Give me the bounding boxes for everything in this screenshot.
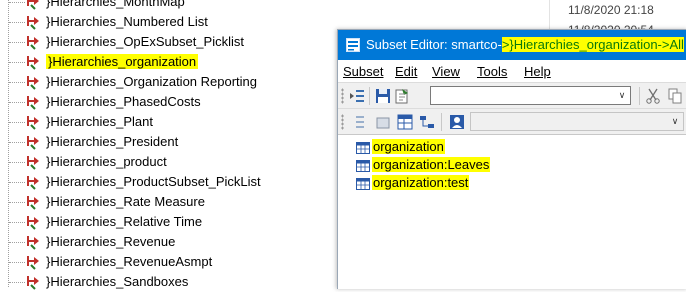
tree-branch-line — [9, 282, 25, 283]
tree-branch-line — [9, 82, 25, 83]
subset-table-icon[interactable] — [396, 113, 414, 131]
tree-item-label: }Hierarchies_Plant — [46, 114, 153, 129]
hierarchy-icon — [27, 196, 39, 210]
expression-combo[interactable]: ∨ — [430, 86, 631, 105]
tree-branch-line — [9, 182, 25, 183]
menu-view[interactable]: View — [432, 64, 460, 79]
tree-item-label: }Hierarchies_Rate Measure — [46, 194, 205, 209]
toolbar-main: ∨ — [338, 82, 686, 109]
tree-branch-line — [9, 42, 25, 43]
hierarchy-icon — [27, 216, 39, 230]
tree-branch-line — [9, 102, 25, 103]
menu-bar: Subset Edit View Tools Help — [338, 60, 686, 82]
tree-branch-line — [9, 242, 25, 243]
update-subset-icon[interactable] — [394, 87, 412, 105]
alias-combo[interactable]: ∨ — [470, 112, 684, 131]
subset-label: organization — [372, 139, 445, 154]
subset-list: organization organization:Leaves organizat… — [338, 134, 686, 289]
toolbar-separator — [441, 113, 442, 131]
save-icon[interactable] — [374, 87, 392, 105]
tree-item-label: }Hierarchies_organization — [46, 54, 199, 69]
hierarchy-icon — [27, 276, 39, 290]
filter-icon[interactable] — [374, 113, 392, 131]
hierarchy-icon — [27, 36, 39, 50]
tree-item-label: }Hierarchies_Numbered List — [46, 14, 208, 29]
title-bar[interactable]: Subset Editor: smartco->}Hierarchies_org… — [338, 30, 686, 60]
toolbar-grip[interactable] — [341, 88, 344, 104]
menu-help[interactable]: Help — [524, 64, 551, 79]
hierarchy-icon — [27, 116, 39, 130]
hierarchy-icon — [27, 156, 39, 170]
hierarchy-icon — [27, 16, 39, 30]
timestamp: 11/8/2020 21:18 — [568, 3, 654, 17]
chevron-down-icon[interactable]: ∨ — [614, 87, 630, 104]
toolbar-secondary: ∨ — [338, 108, 686, 135]
subset-editor-app-icon — [346, 38, 360, 52]
subset-label: organization:Leaves — [372, 157, 491, 172]
indent-icon[interactable] — [348, 87, 366, 105]
tree-branch-line — [9, 202, 25, 203]
tree-item-label: }Hierarchies_RevenueAsmpt — [46, 254, 213, 269]
copy-icon[interactable] — [666, 87, 684, 105]
tree-branch-line — [9, 62, 25, 63]
toolbar-separator — [639, 87, 640, 105]
tree-item-label: }Hierarchies_PhasedCosts — [46, 94, 201, 109]
tree-item-label: }Hierarchies_Organization Reporting — [46, 74, 258, 89]
tree-item-label: }Hierarchies_MonthMap — [46, 0, 185, 9]
hierarchy-icon — [27, 0, 39, 10]
hierarchy-icon — [27, 236, 39, 250]
tree-branch-line — [9, 162, 25, 163]
menu-tools[interactable]: Tools — [477, 64, 507, 79]
tree-item-label: }Hierarchies_ProductSubset_PickList — [46, 174, 261, 189]
window-title-prefix: Subset Editor: smartco- — [366, 37, 502, 52]
subset-icon — [356, 142, 370, 154]
tree-branch-line — [9, 22, 25, 23]
subset-label: organization:test — [372, 175, 470, 190]
subset-icon — [356, 178, 370, 190]
tree-branch-line — [9, 122, 25, 123]
tree-item-label: }Hierarchies_Revenue — [46, 234, 176, 249]
toolbar-separator — [369, 87, 370, 105]
hierarchy-icon — [27, 96, 39, 110]
tree-branch-line — [9, 142, 25, 143]
tree-branch-line — [9, 2, 25, 3]
window-title-highlight: >}Hierarchies_organization->All — [501, 37, 684, 52]
menu-edit[interactable]: Edit — [395, 64, 417, 79]
chevron-down-icon[interactable]: ∨ — [667, 113, 683, 130]
tree-item-label: }Hierarchies_Relative Time — [46, 214, 203, 229]
hierarchy-icon — [27, 136, 39, 150]
tree-branch-line — [9, 222, 25, 223]
subset-icon — [356, 160, 370, 172]
user-icon[interactable] — [448, 113, 466, 131]
tree-item[interactable]: }Hierarchies_MonthMap — [0, 0, 520, 12]
menu-subset[interactable]: Subset — [343, 64, 383, 79]
tree-item-label: }Hierarchies_OpExSubset_Picklist — [46, 34, 244, 49]
cut-icon[interactable] — [644, 87, 662, 105]
hierarchy-icon — [27, 256, 39, 270]
tree-view-icon[interactable] — [418, 113, 436, 131]
outdent-icon[interactable] — [348, 113, 366, 131]
tree-branch-line — [9, 262, 25, 263]
hierarchy-icon — [27, 56, 39, 70]
window-title: Subset Editor: smartco->}Hierarchies_org… — [366, 37, 684, 52]
tree-item-label: }Hierarchies_product — [46, 154, 167, 169]
toolbar-grip[interactable] — [341, 114, 344, 130]
hierarchy-icon — [27, 176, 39, 190]
hierarchy-icon — [27, 76, 39, 90]
tree-item-label: }Hierarchies_President — [46, 134, 179, 149]
subset-editor-window[interactable]: Subset Editor: smartco->}Hierarchies_org… — [337, 29, 686, 289]
